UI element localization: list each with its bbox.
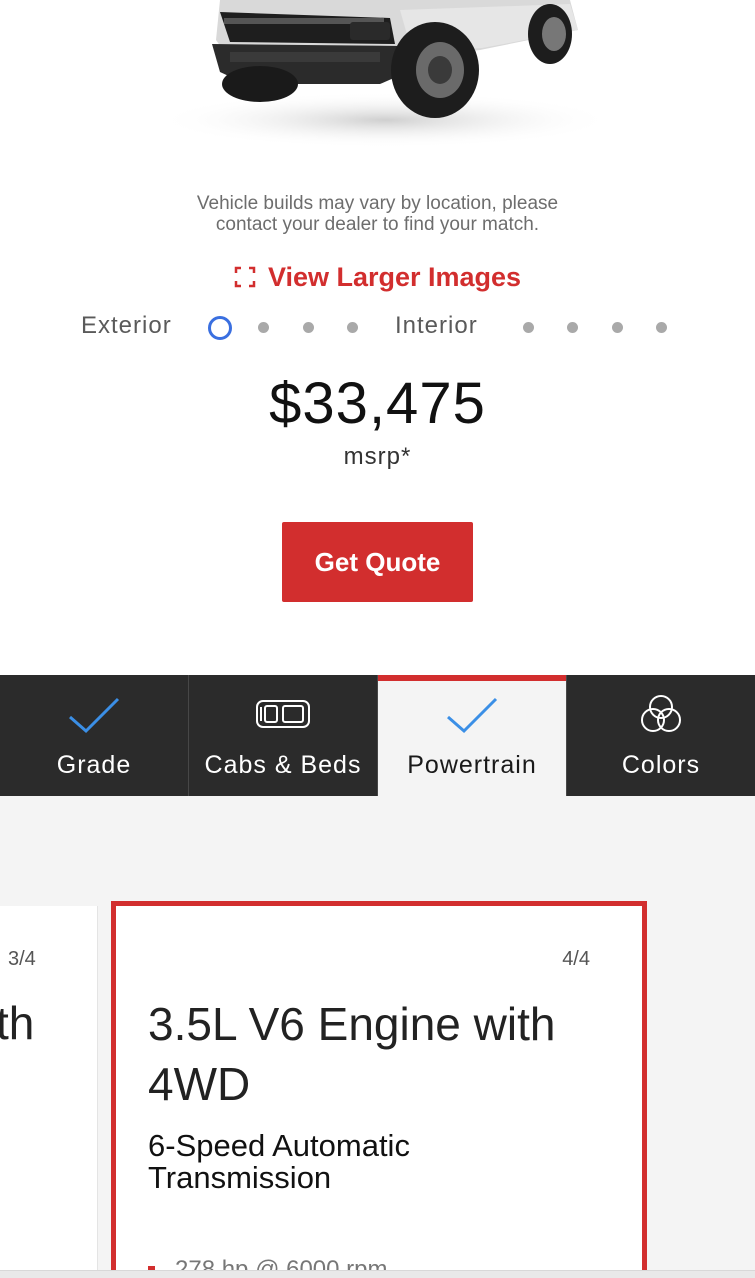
tab-label: Colors — [621, 751, 701, 779]
disclaimer-line: Vehicle builds may vary by location, ple… — [196, 193, 559, 214]
gallery-dot-active[interactable] — [208, 316, 232, 340]
tab-label: Grade — [56, 751, 132, 779]
tab-label: Powertrain — [407, 751, 537, 779]
cab-icon — [256, 700, 310, 728]
card-title: 3.5L V6 Engine with 4WD — [148, 998, 556, 1110]
gallery-dot[interactable] — [523, 322, 534, 333]
gallery-dot[interactable] — [303, 322, 314, 333]
tab-grade[interactable]: Grade — [0, 675, 189, 796]
disclaimer-line: contact your dealer to find your match. — [215, 214, 540, 235]
build-disclaimer: Vehicle builds may vary by location, ple… — [0, 193, 755, 235]
selected-powertrain-card[interactable]: 4/4 3.5L V6 Engine with 4WD 6-Speed Auto… — [111, 901, 647, 1278]
get-quote-button[interactable]: Get Quote — [282, 522, 473, 602]
gallery-dot[interactable] — [656, 322, 667, 333]
expand-icon — [234, 266, 256, 288]
tab-cabs-beds[interactable]: Cabs & Beds — [189, 675, 378, 796]
gallery-dot[interactable] — [258, 322, 269, 333]
gallery-pagination: Exterior Interior — [0, 308, 755, 348]
checkmark-icon — [447, 697, 498, 734]
view-larger-label: View Larger Images — [267, 262, 522, 292]
gallery-dot[interactable] — [347, 322, 358, 333]
bottom-edge — [0, 1270, 755, 1278]
msrp-label: msrp* — [343, 443, 412, 470]
checkmark-icon — [69, 697, 120, 734]
gallery-dot[interactable] — [612, 322, 623, 333]
gallery-dot[interactable] — [567, 322, 578, 333]
powertrain-carousel: 3/4 th 4/4 3.5L V6 Engine with 4WD 6-Spe… — [0, 796, 755, 1278]
interior-label[interactable]: Interior — [395, 312, 478, 340]
card-counter: 3/4 — [8, 948, 36, 970]
card-title-partial: th — [0, 997, 35, 1049]
price: $33,475 — [269, 371, 486, 436]
color-circles-icon — [641, 695, 681, 732]
truck-image — [155, 0, 615, 148]
tab-colors[interactable]: Colors — [567, 675, 755, 796]
vehicle-hero: Vehicle builds may vary by location, ple… — [0, 0, 755, 675]
tab-label: Cabs & Beds — [204, 751, 362, 779]
configurator-tabs: Grade Cabs & Beds Powertrain Colors — [0, 675, 755, 796]
card-subtitle: 6-Speed Automatic Transmission — [148, 1128, 410, 1195]
tab-powertrain[interactable]: Powertrain — [378, 675, 567, 796]
view-larger-images-link[interactable]: View Larger Images — [0, 262, 755, 293]
previous-powertrain-card[interactable]: 3/4 th — [0, 906, 98, 1278]
card-counter: 4/4 — [562, 948, 590, 970]
exterior-label[interactable]: Exterior — [81, 312, 172, 340]
